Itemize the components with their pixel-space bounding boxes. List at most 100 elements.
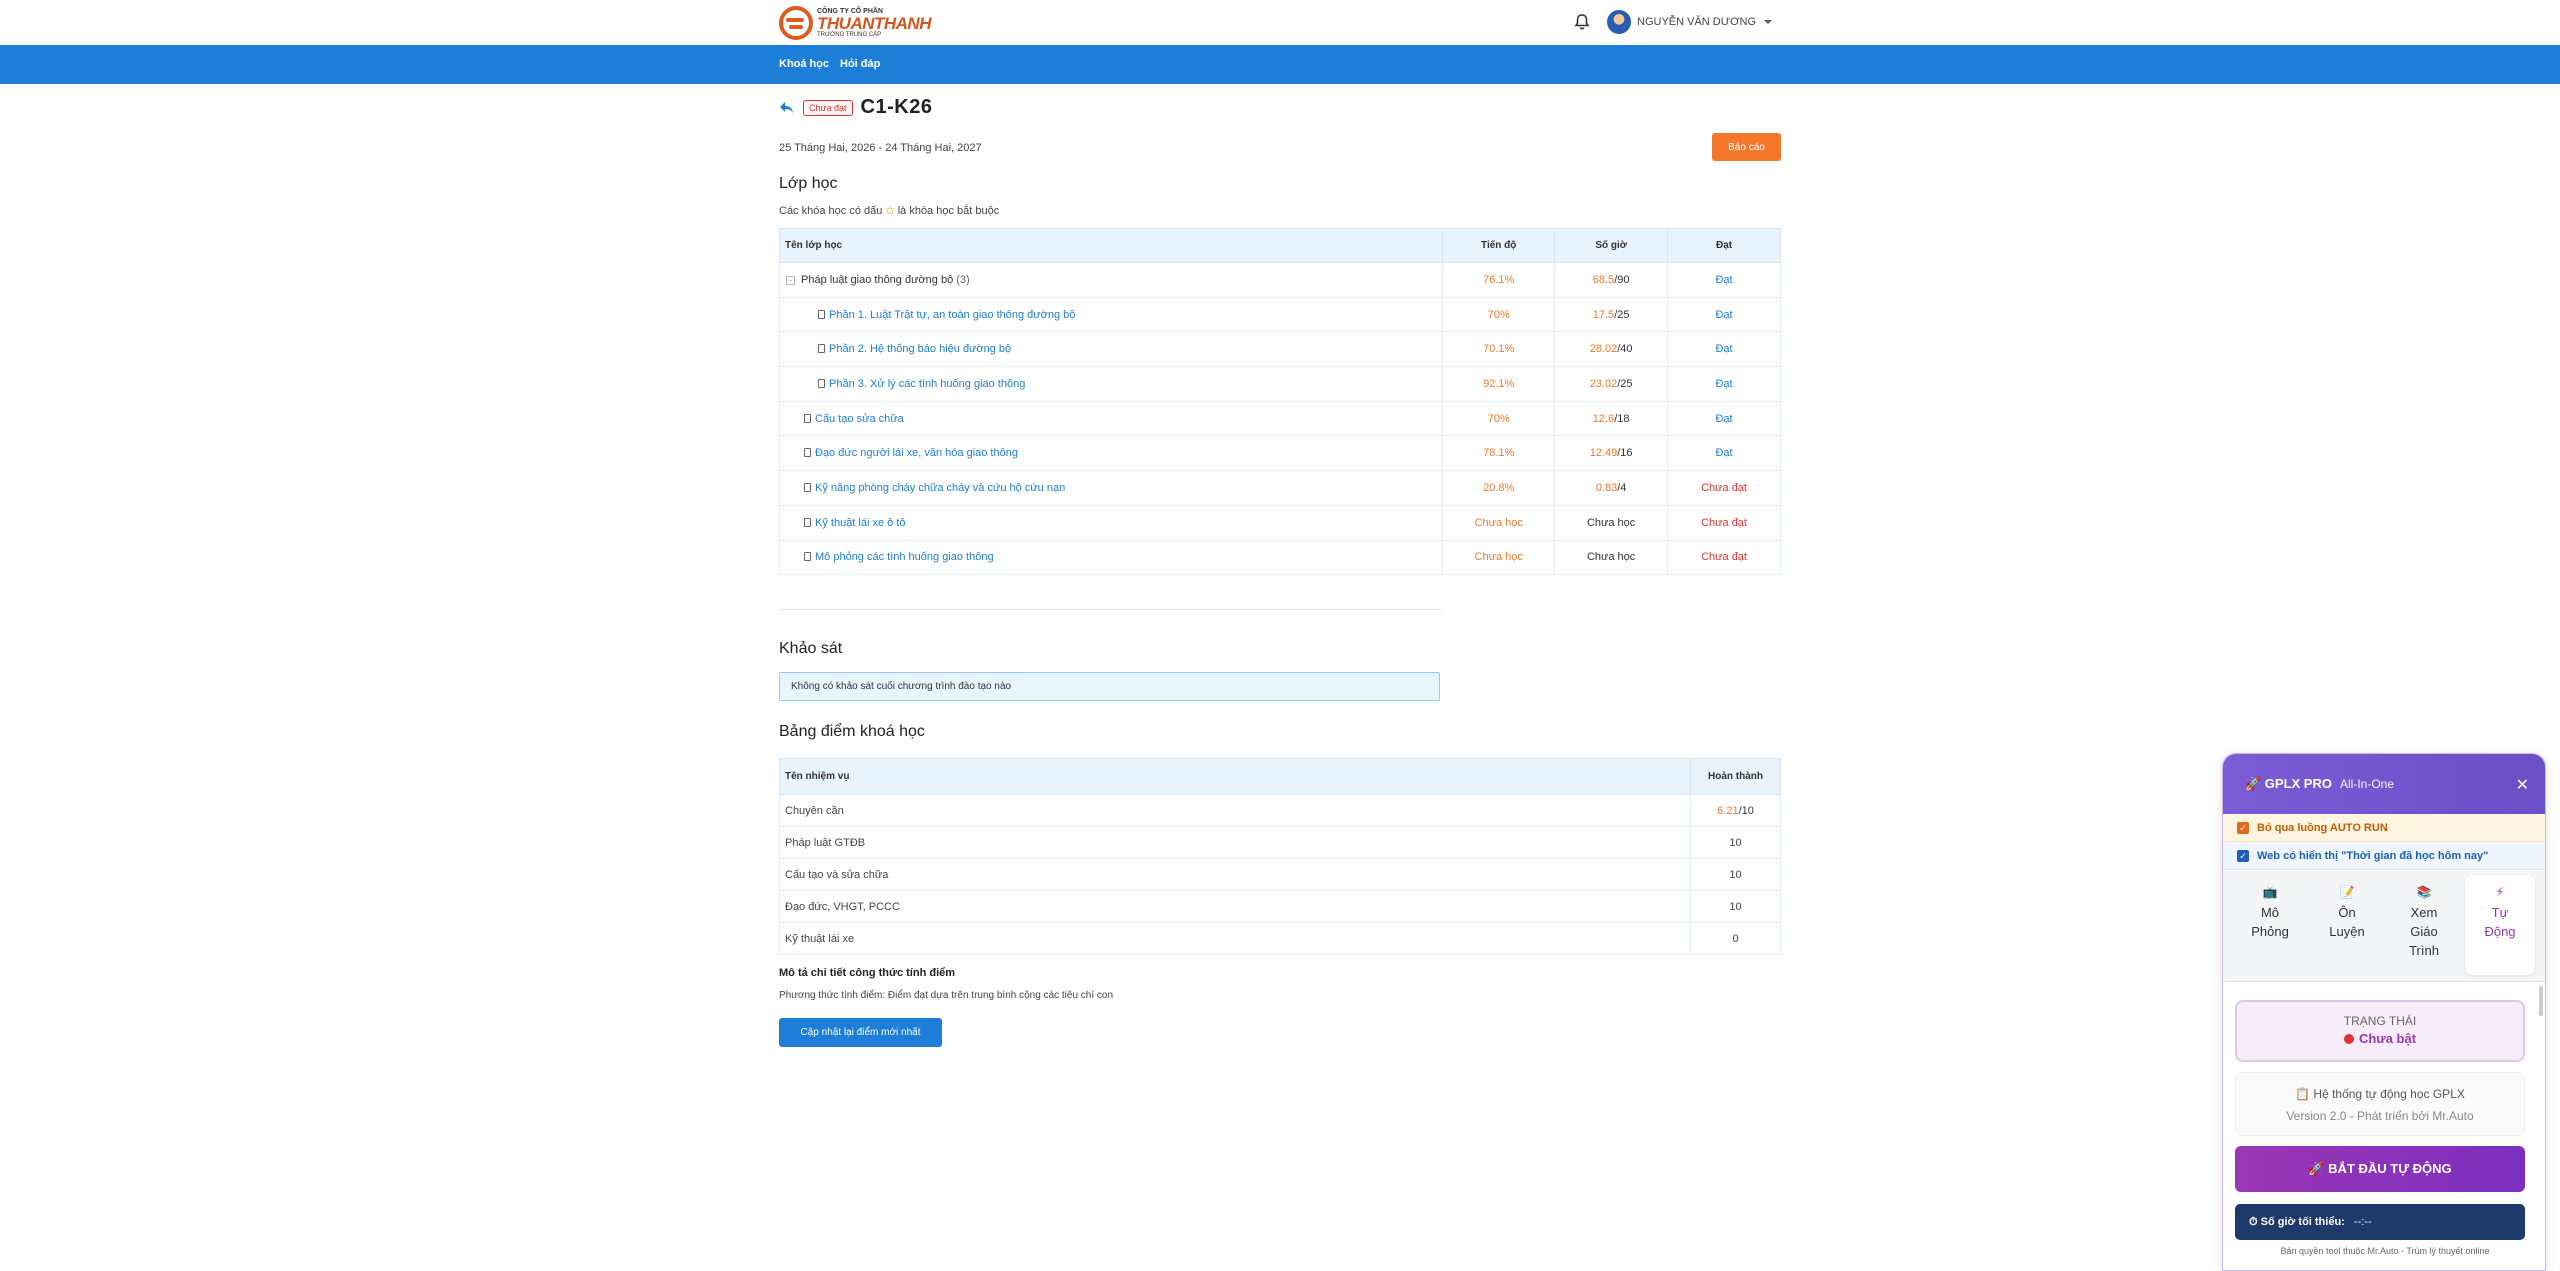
status-panel: TRẠNG THÁI Chưa bật	[2235, 1000, 2525, 1062]
table-row[interactable]: Đạo đức người lái xe, văn hóa giao thông…	[778, 435, 1781, 472]
score-value: 0	[1690, 922, 1781, 955]
class-link[interactable]: Phần 3. Xử lý các tình huống giao thông	[829, 378, 1025, 390]
document-icon	[818, 344, 825, 354]
min-hours-label: ⏱ Số giờ tối thiểu:	[2249, 1216, 2345, 1228]
survey-heading: Khảo sát	[779, 640, 843, 657]
formula-description: Phương thức tính điểm: Điểm đạt dựa trên…	[779, 990, 1114, 1001]
col-hours: Số giờ	[1554, 228, 1669, 263]
col-completion: Hoàn thành	[1690, 758, 1781, 795]
chevron-down-icon	[1764, 20, 1773, 24]
class-link[interactable]: Kỹ thuật lái xe ô tô	[815, 517, 906, 529]
class-link[interactable]: Phần 2. Hệ thống báo hiệu đường bộ	[829, 343, 1011, 355]
nav-courses[interactable]: Khoá học	[779, 58, 829, 70]
score-value: 6.21	[1717, 804, 1739, 817]
class-link[interactable]: Kỹ năng phòng cháy chữa cháy và cứu hộ c…	[815, 482, 1065, 494]
task-name: Kỹ thuật lái xe	[778, 922, 1692, 955]
formula-title: Mô tả chi tiết công thức tính điểm	[779, 967, 956, 979]
widget-scrollbar[interactable]	[2539, 986, 2543, 1016]
top-header: CÔNG TY CỔ PHẦN THUANTHANH TRƯỜNG TRUNG …	[0, 0, 2560, 45]
document-icon	[804, 517, 811, 527]
table-row[interactable]: - Pháp luật giao thông đường bộ (3) 76.1%…	[778, 262, 1781, 298]
table-row[interactable]: Kỹ thuật lái xe ô tô Chưa học Chưa học C…	[778, 504, 1781, 541]
widget-subtitle: All-In-One	[2339, 777, 2395, 791]
nav-faq[interactable]: Hỏi đáp	[840, 58, 880, 70]
checkbox-checked-icon[interactable]: ✓	[2237, 849, 2249, 862]
user-name: NGUYỄN VĂN DƯƠNG	[1637, 16, 1757, 28]
system-info-panel: 📋 Hệ thống tự động học GPLX Version 2.0 …	[2235, 1072, 2525, 1136]
table-row[interactable]: Phần 1. Luật Trật tự, an toàn giao thông…	[778, 296, 1781, 333]
tab-auto[interactable]: ⚡ Tự Động	[2465, 875, 2535, 975]
logo-big-text: THUANTHANH	[817, 14, 931, 33]
start-auto-button[interactable]: 🚀 BẮT ĐẦU TỰ ĐỘNG	[2235, 1146, 2525, 1192]
scores-table: Tên nhiệm vụ Hoàn thành Chuyên cần 6.21/…	[778, 758, 1781, 955]
widget-header[interactable]: 🚀 GPLX PRO All-In-One	[2223, 754, 2545, 814]
collapse-toggle-icon[interactable]: -	[786, 275, 795, 285]
task-name: Pháp luật GTĐB	[778, 826, 1692, 859]
pass-status: Đạt	[1667, 262, 1781, 298]
table-row[interactable]: Cấu tạo sửa chữa 70% 12.6/18 Đạt	[778, 400, 1781, 437]
widget-tabs: 📺 Mô Phỏng 📝 Ôn Luyện 📚 Xem Giáo Trình ⚡…	[2223, 871, 2545, 982]
task-name: Cấu tạo và sửa chữa	[778, 858, 1692, 891]
tv-icon: 📺	[2262, 885, 2278, 899]
update-scores-button[interactable]: Cập nhật lại điểm mới nhất	[779, 1018, 942, 1047]
back-arrow-icon[interactable]	[779, 101, 795, 115]
class-link[interactable]: Cấu tạo sửa chữa	[815, 413, 904, 425]
table-header-row: Tên nhiệm vụ Hoàn thành	[778, 758, 1781, 795]
divider	[779, 609, 1441, 610]
status-dot-icon	[2343, 1034, 2354, 1044]
system-info-title: 📋 Hệ thống tự động học GPLX	[2295, 1087, 2465, 1101]
hours-value: 68.5	[1592, 273, 1615, 286]
course-date-range: 25 Tháng Hai, 2026 - 24 Tháng Hai, 2027	[779, 142, 982, 154]
classes-heading: Lớp học	[779, 175, 838, 192]
avatar	[1607, 10, 1631, 34]
report-button[interactable]: Báo cáo	[1712, 133, 1781, 161]
tab-simulation[interactable]: 📺 Mô Phỏng	[2235, 883, 2305, 973]
tab-practice[interactable]: 📝 Ôn Luyện	[2312, 883, 2382, 973]
table-row[interactable]: Phần 3. Xử lý các tình huống giao thông …	[778, 366, 1781, 402]
skip-auto-run-checkbox[interactable]: ✓ Bỏ qua luồng AUTO RUN	[2223, 814, 2545, 842]
table-row: Pháp luật GTĐB 10	[778, 826, 1781, 859]
col-task-name: Tên nhiệm vụ	[778, 758, 1692, 795]
min-hours-bar: ⏱ Số giờ tối thiểu: --:--	[2235, 1204, 2525, 1240]
table-row: Cấu tạo và sửa chữa 10	[778, 858, 1781, 891]
version-text: Version 2.0 - Phát triển bởi Mr.Auto	[2286, 1109, 2474, 1123]
checkbox-checked-icon[interactable]: ✓	[2237, 821, 2249, 834]
table-row: Chuyên cần 6.21/10	[778, 794, 1781, 827]
class-link[interactable]: Đạo đức người lái xe, văn hóa giao thông	[815, 447, 1018, 459]
min-hours-value: --:--	[2353, 1216, 2372, 1228]
col-class-name: Tên lớp học	[778, 228, 1444, 263]
table-row[interactable]: Kỹ năng phòng cháy chữa cháy và cứu hộ c…	[778, 470, 1781, 506]
class-link[interactable]: Mô phỏng các tình huống giao thông	[815, 551, 994, 563]
task-name: Chuyên cần	[778, 794, 1692, 827]
classes-table: Tên lớp học Tiến độ Số giờ Đạt - Pháp luậ…	[778, 228, 1781, 576]
tab-curriculum[interactable]: 📚 Xem Giáo Trình	[2389, 883, 2459, 973]
star-icon: ✩	[885, 205, 895, 217]
show-study-time-checkbox[interactable]: ✓ Web có hiển thị "Thời gian đã học hôm …	[2223, 842, 2545, 870]
table-row[interactable]: Mô phỏng các tình huống giao thông Chưa …	[778, 539, 1781, 576]
progress-value: 76.1%	[1442, 262, 1556, 298]
memo-icon: 📝	[2339, 885, 2355, 899]
score-value: 10	[1690, 826, 1781, 859]
classes-note: Các khóa học có dấu ✩ là khóa học bắt bu…	[779, 205, 1000, 217]
document-icon	[818, 309, 825, 319]
table-row[interactable]: Phần 2. Hệ thống báo hiệu đường bộ 70.1%…	[778, 331, 1781, 368]
close-icon[interactable]: ✕	[2516, 775, 2529, 795]
books-icon: 📚	[2416, 885, 2432, 899]
status-label: TRẠNG THÁI	[2343, 1014, 2417, 1028]
course-title-row: Chưa đạt C1-K26	[779, 96, 932, 119]
company-logo[interactable]: CÔNG TY CỔ PHẦN THUANTHANH TRƯỜNG TRUNG …	[779, 5, 939, 41]
document-icon	[804, 413, 811, 423]
child-count: (3)	[956, 273, 970, 286]
class-link[interactable]: Phần 1. Luật Trật tự, an toàn giao thông…	[829, 309, 1075, 321]
table-header-row: Tên lớp học Tiến độ Số giờ Đạt	[778, 228, 1781, 263]
notification-bell-icon[interactable]	[1574, 13, 1590, 31]
copyright-text: Bản quyền tool thuộc Mr.Auto - Trùm lý t…	[2280, 1246, 2490, 1256]
scores-heading: Bảng điểm khoá học	[779, 723, 925, 740]
table-row: Đạo đức, VHGT, PCCC 10	[778, 890, 1781, 923]
class-name: Pháp luật giao thông đường bộ	[801, 273, 954, 286]
status-value: Chưa bật	[2358, 1031, 2417, 1046]
score-value: 10	[1690, 858, 1781, 891]
page-title: C1-K26	[860, 96, 933, 118]
document-icon	[818, 378, 825, 388]
user-menu[interactable]: NGUYỄN VĂN DƯƠNG	[1607, 10, 1773, 34]
